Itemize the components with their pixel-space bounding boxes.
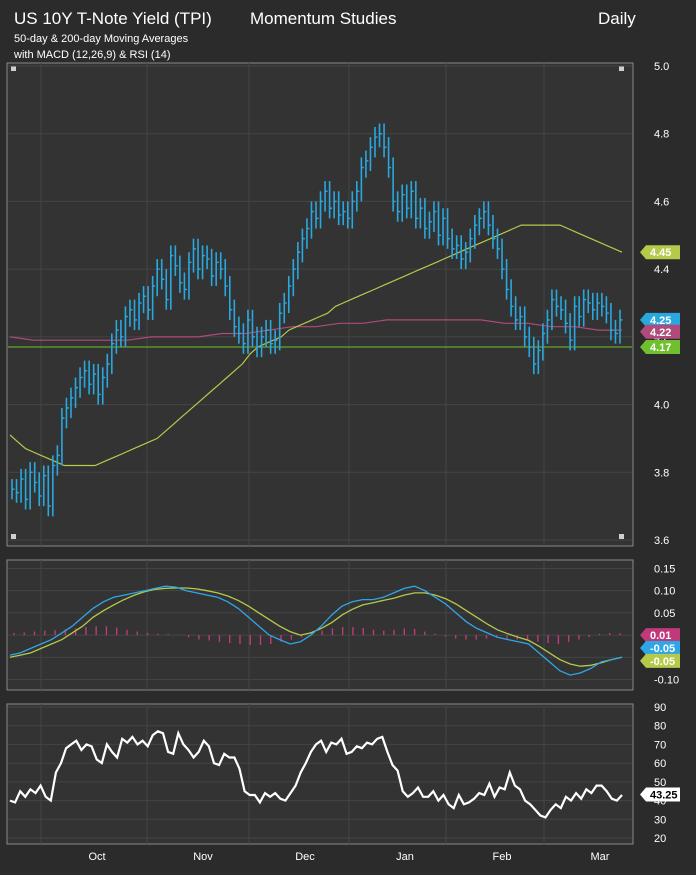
- y-tick-label: 0.10: [654, 586, 675, 598]
- y-tick-label: 80: [654, 721, 666, 733]
- y-tick-label: 60: [654, 758, 666, 770]
- chart-svg: US 10Y T-Note Yield (TPI) Momentum Studi…: [0, 0, 696, 870]
- corner-handle-tr[interactable]: [619, 66, 624, 71]
- chart-title: US 10Y T-Note Yield (TPI): [14, 9, 212, 28]
- corner-handle-tl[interactable]: [11, 66, 16, 71]
- price-panel-frame: [6, 62, 634, 547]
- macd-panel-frame: [6, 559, 634, 691]
- y-tick-label: 20: [654, 833, 666, 845]
- value-label-text: 4.17: [650, 342, 671, 354]
- value-label-tag: 4.45: [640, 245, 680, 260]
- value-label-text: -0.05: [650, 643, 675, 655]
- y-tick-label: 0.05: [654, 608, 675, 620]
- y-tick-label: 4.4: [654, 264, 669, 276]
- y-tick-label: 90: [654, 702, 666, 714]
- y-tick-label: 70: [654, 739, 666, 751]
- corner-handle-bl[interactable]: [11, 534, 16, 539]
- value-label-text: 4.45: [650, 247, 671, 259]
- study-name: Momentum Studies: [250, 9, 396, 28]
- y-tick-label: 3.6: [654, 535, 669, 547]
- y-tick-label: 50: [654, 777, 666, 789]
- x-tick-label: Oct: [88, 851, 105, 863]
- period-label: Daily: [598, 9, 636, 28]
- y-tick-label: -0.10: [654, 675, 679, 687]
- x-tick-label: Feb: [493, 851, 512, 863]
- y-tick-label: 5.0: [654, 61, 669, 73]
- x-tick-label: Dec: [295, 851, 315, 863]
- x-tick-label: Jan: [396, 851, 414, 863]
- y-tick-label: 4.6: [654, 196, 669, 208]
- value-label-text: 0.01: [650, 630, 671, 642]
- x-tick-label: Mar: [591, 851, 610, 863]
- value-label-tag: 43.25: [640, 787, 680, 802]
- x-tick-label: Nov: [193, 851, 213, 863]
- value-label-text: 4.22: [650, 327, 671, 339]
- chart-window: US 10Y T-Note Yield (TPI) Momentum Studi…: [0, 0, 696, 870]
- value-label-text: 43.25: [650, 789, 678, 801]
- value-label-text: -0.05: [650, 656, 675, 668]
- value-label-tag: 4.17: [640, 340, 680, 355]
- value-label-tag: -0.05: [640, 641, 680, 655]
- corner-handle-br[interactable]: [619, 534, 624, 539]
- y-tick-label: 0.15: [654, 563, 675, 575]
- rsi-panel-frame: [6, 703, 634, 845]
- value-label-tag: 4.22: [640, 324, 680, 339]
- value-label-tag: 0.01: [640, 628, 680, 643]
- y-tick-label: 30: [654, 814, 666, 826]
- y-tick-label: 4.0: [654, 400, 669, 412]
- y-tick-label: 3.8: [654, 467, 669, 479]
- subtitle-ma: 50-day & 200-day Moving Averages: [14, 33, 189, 45]
- subtitle-indicators: with MACD (12,26,9) & RSI (14): [13, 49, 171, 61]
- y-tick-label: 4.8: [654, 129, 669, 141]
- value-label-tag: -0.05: [640, 653, 680, 668]
